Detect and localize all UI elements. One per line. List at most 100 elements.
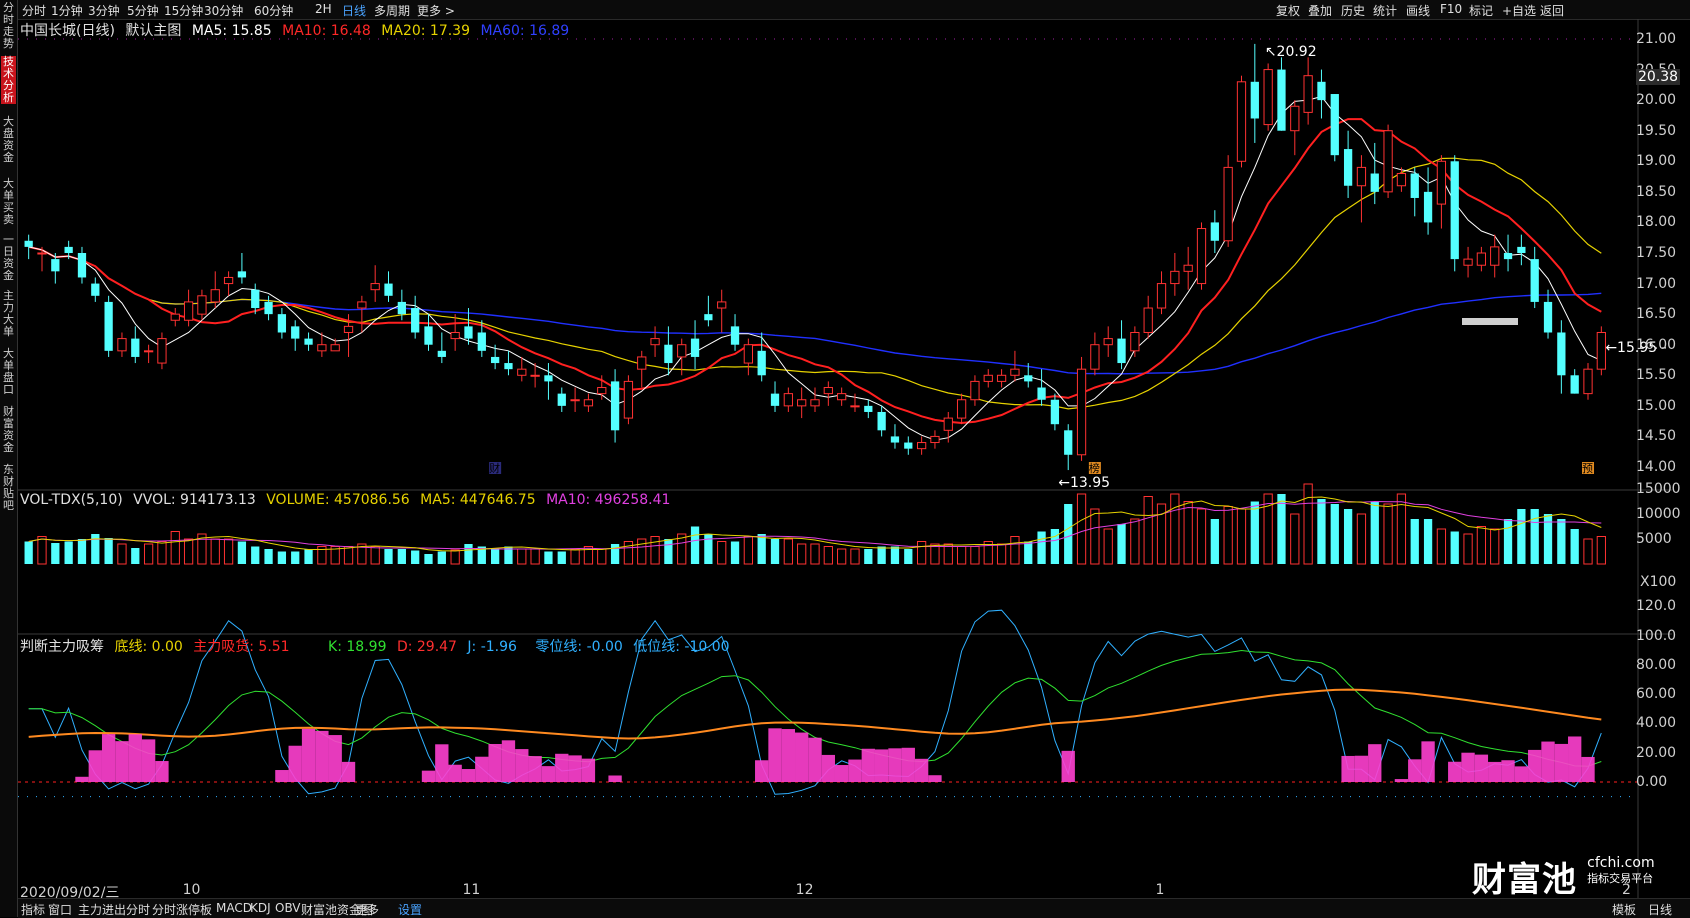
candle-body-up: [1583, 368, 1593, 395]
volume-bar-down: [1277, 494, 1286, 564]
candle-body-up: [943, 417, 953, 431]
candle-body-down: [1317, 81, 1326, 101]
candle-body-up: [1490, 246, 1500, 266]
indicator-name[interactable]: 判断主力吸筹: [20, 639, 104, 655]
price-tick: 18.00: [1636, 214, 1677, 231]
candle-body-up: [1383, 130, 1393, 193]
period-6[interactable]: 60分钟: [254, 2, 293, 19]
volume-bar-up: [650, 536, 660, 565]
candle-body-up: [623, 380, 634, 419]
bottom-right-1[interactable]: 日线: [1648, 901, 1672, 918]
period-3[interactable]: 5分钟: [127, 2, 159, 19]
bottom-tab-4[interactable]: MACD: [216, 901, 252, 915]
period-10[interactable]: 更多 >: [417, 2, 455, 19]
sidebar-tab-1[interactable]: 技术分析: [1, 56, 16, 104]
sidebar-tab-6[interactable]: 大单盘口: [1, 348, 16, 396]
volume-bar-up: [823, 546, 833, 565]
period-9[interactable]: 多周期: [374, 2, 410, 19]
candle-body-down: [264, 301, 273, 315]
candle-body-down: [504, 363, 513, 370]
template-selector[interactable]: 默认主图: [125, 23, 181, 39]
volume-bar-up: [623, 541, 634, 565]
accumulation-bar: [341, 761, 356, 782]
candle-body-down: [1250, 81, 1259, 119]
vol-ma10-legend: MA10: 496258.41: [546, 492, 671, 508]
bottom-tab-5[interactable]: KDJ: [250, 901, 271, 915]
period-4[interactable]: 15分钟: [164, 2, 203, 19]
candle-body-up: [810, 399, 820, 407]
candle-body-down: [64, 246, 73, 253]
candle-body-down: [437, 350, 446, 357]
vol-indicator-name[interactable]: VOL-TDX(5,10): [20, 492, 123, 508]
candle-body-down: [610, 381, 620, 431]
sidebar-tab-4[interactable]: 一日资金: [1, 234, 16, 282]
accumulation-bar: [808, 737, 822, 782]
bottom-tab-2[interactable]: 主力进出分时: [78, 901, 150, 918]
tool-2[interactable]: 历史: [1341, 2, 1365, 19]
tool-7[interactable]: +自选: [1502, 2, 1536, 19]
ma60-legend: MA60: 16.89: [480, 23, 570, 39]
volume-bar-up: [743, 536, 753, 565]
candle-body-up: [1183, 264, 1193, 272]
tool-3[interactable]: 统计: [1373, 2, 1397, 19]
tool-6[interactable]: 标记: [1469, 2, 1493, 19]
sidebar-tab-8[interactable]: 东财贴吧: [1, 464, 16, 512]
period-0[interactable]: 分时: [22, 2, 46, 19]
candle-body-up: [1090, 344, 1100, 370]
bottom-tab-1[interactable]: 窗口: [48, 901, 72, 918]
accumulation-bar: [1554, 743, 1569, 782]
candle-body-down: [424, 326, 433, 345]
sidebar-tab-5[interactable]: 主力大单: [1, 290, 16, 338]
period-2[interactable]: 3分钟: [88, 2, 120, 19]
base-line-legend: 底线: 0.00: [114, 639, 183, 655]
candle-body-up: [117, 338, 127, 352]
tool-4[interactable]: 画线: [1406, 2, 1430, 19]
tool-5[interactable]: F10: [1440, 2, 1462, 16]
volume-bar-down: [864, 549, 873, 564]
volume-bar-up: [597, 548, 607, 565]
month-label: 1: [1155, 882, 1165, 898]
candle-body-down: [1423, 191, 1433, 223]
tool-1[interactable]: 叠加: [1308, 2, 1332, 19]
candle-body-up: [916, 442, 927, 450]
candle-body-up: [317, 344, 327, 352]
volume-bar-down: [557, 551, 566, 564]
tool-8[interactable]: 返回: [1540, 2, 1564, 19]
candle-body-up: [970, 380, 980, 401]
volume-bar-down: [1037, 531, 1046, 564]
volume-bar-down: [24, 541, 33, 564]
sidebar-tab-2[interactable]: 大盘资金: [1, 116, 16, 164]
long-line: [28, 688, 1602, 740]
period-1[interactable]: 1分钟: [51, 2, 83, 19]
price-tick: 19.50: [1636, 122, 1677, 139]
bottom-tab-3[interactable]: 分时涨停板: [152, 901, 212, 918]
candle-body-up: [1396, 173, 1407, 187]
candle-body-up: [450, 331, 460, 340]
period-5[interactable]: 30分钟: [204, 2, 243, 19]
bottom-tab-0[interactable]: 指标: [21, 901, 45, 918]
period-7[interactable]: 2H: [315, 2, 332, 16]
sidebar-tab-3[interactable]: 大单买卖: [1, 178, 16, 226]
accumulation-bar: [528, 756, 542, 782]
tool-0[interactable]: 复权: [1276, 2, 1300, 19]
bottom-tab-8[interactable]: 更多: [355, 901, 379, 918]
bottom-tab-6[interactable]: OBV: [275, 901, 301, 915]
accumulation-bar: [328, 735, 342, 782]
watermark-site: cfchi.com: [1587, 855, 1655, 871]
accumulation-bar: [861, 748, 875, 782]
candle-body-up: [143, 350, 154, 353]
sidebar-tab-7[interactable]: 财富资金: [1, 406, 16, 454]
sidebar-tab-0[interactable]: 分时走势: [1, 2, 16, 50]
accumulation-bar: [795, 732, 809, 782]
candle-body-up: [517, 368, 527, 376]
candle-body-down: [291, 326, 300, 339]
accumulation-bar: [275, 770, 289, 782]
volume-bar-up: [37, 536, 47, 565]
bottom-right-0[interactable]: 模板: [1612, 901, 1636, 918]
volume-bar-down: [437, 551, 446, 564]
bottom-tab-9[interactable]: 设置: [398, 901, 422, 918]
candle-body-down: [730, 326, 740, 345]
volume-bar-down: [291, 551, 300, 564]
accumulation-bar: [1368, 744, 1382, 782]
period-8[interactable]: 日线: [342, 2, 366, 19]
